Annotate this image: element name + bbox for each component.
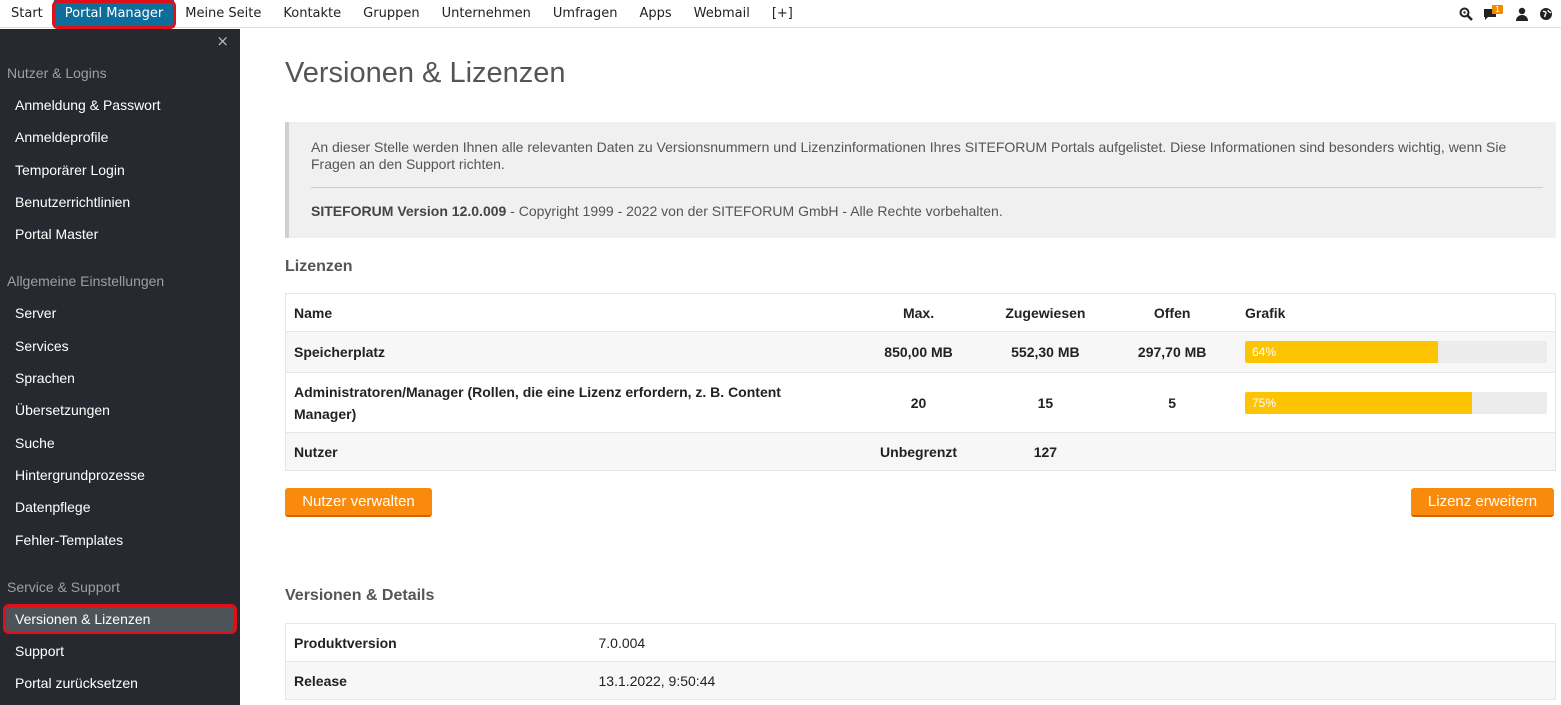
cell-max: 20 <box>853 372 984 433</box>
sidebar-item-support[interactable]: Support <box>15 643 64 659</box>
cell-value: 7.0.004 <box>590 623 1556 662</box>
table-header-row: Name Max. Zugewiesen Offen Grafik <box>285 293 1556 332</box>
nav-meine-seite[interactable]: Meine Seite <box>174 0 272 28</box>
cell-name: Administratoren/Manager (Rollen, die ein… <box>285 372 854 433</box>
cell-key: Release <box>285 661 591 700</box>
info-box: An dieser Stelle werden Ihnen alle relev… <box>285 122 1556 238</box>
top-nav: Start Portal Manager Meine Seite Kontakt… <box>0 0 804 29</box>
version-line: SITEFORUM Version 12.0.009 - Copyright 1… <box>311 203 1003 219</box>
version-number: SITEFORUM Version 12.0.009 <box>311 203 507 219</box>
col-open: Offen <box>1107 293 1237 332</box>
close-icon[interactable]: × <box>216 32 229 50</box>
sidebar-item-temporaerer-login[interactable]: Temporärer Login <box>15 162 125 178</box>
usage-bar-fill <box>1245 391 1472 414</box>
manage-users-button[interactable]: Nutzer verwalten <box>285 488 432 517</box>
sidebar-item-suche[interactable]: Suche <box>15 435 55 451</box>
col-name: Name <box>285 293 854 332</box>
nav-umfragen[interactable]: Umfragen <box>542 0 629 28</box>
cell-max: Unbegrenzt <box>853 432 984 471</box>
sidebar-section-nutzer-logins: Nutzer & Logins <box>7 65 107 81</box>
cell-chart: 64% <box>1237 331 1556 373</box>
notification-badge: 1 <box>1492 5 1504 14</box>
nav-webmail[interactable]: Webmail <box>683 0 761 28</box>
table-row: Administratoren/Manager (Rollen, die ein… <box>285 372 1556 433</box>
cell-max: 850,00 MB <box>853 331 984 373</box>
nav-kontakte[interactable]: Kontakte <box>272 0 352 28</box>
sidebar-section-service-support: Service & Support <box>7 579 120 595</box>
nav-unternehmen[interactable]: Unternehmen <box>431 0 542 28</box>
licenses-heading: Lizenzen <box>285 258 353 275</box>
nav-start[interactable]: Start <box>0 0 54 28</box>
sidebar-item-anmeldeprofile[interactable]: Anmeldeprofile <box>15 129 108 145</box>
usage-bar: 75% <box>1245 391 1547 414</box>
search-icon[interactable] <box>1459 7 1473 21</box>
table-row: Produktversion 7.0.004 <box>285 623 1556 662</box>
table-row: Release 13.1.2022, 9:50:44 <box>285 661 1556 700</box>
sidebar-item-uebersetzungen[interactable]: Übersetzungen <box>15 402 110 418</box>
nav-gruppen[interactable]: Gruppen <box>352 0 430 28</box>
sidebar-item-hintergrundprozesse[interactable]: Hintergrundprozesse <box>15 467 145 483</box>
extend-license-button[interactable]: Lizenz erweitern <box>1411 488 1554 517</box>
nav-apps[interactable]: Apps <box>628 0 682 28</box>
col-chart: Grafik <box>1237 293 1556 332</box>
col-max: Max. <box>853 293 984 332</box>
sidebar-section-allgemeine-einstellungen: Allgemeine Einstellungen <box>7 273 165 289</box>
details-table: Produktversion 7.0.004 Release 13.1.2022… <box>285 623 1556 700</box>
chat-icon[interactable]: 1 <box>1483 5 1505 21</box>
sidebar-item-datenpflege[interactable]: Datenpflege <box>15 499 91 515</box>
sidebar-item-portal-zuruecksetzen[interactable]: Portal zurücksetzen <box>15 675 138 691</box>
usage-bar-label: 75% <box>1252 395 1277 410</box>
table-row: Nutzer Unbegrenzt 127 <box>285 432 1556 471</box>
info-divider <box>311 187 1543 188</box>
cell-chart <box>1237 432 1556 471</box>
cell-assigned: 552,30 MB <box>983 331 1108 373</box>
details-heading: Versionen & Details <box>285 587 435 604</box>
usage-bar-label: 64% <box>1252 345 1277 359</box>
copyright-text: - Copyright 1999 - 2022 von der SITEFORU… <box>506 203 1003 219</box>
cell-value: 13.1.2022, 9:50:44 <box>590 661 1556 700</box>
cell-assigned: 127 <box>983 432 1108 471</box>
sidebar-item-server[interactable]: Server <box>15 305 56 321</box>
info-text: An dieser Stelle werden Ihnen alle relev… <box>311 139 1507 172</box>
cell-open: 297,70 MB <box>1107 331 1237 373</box>
nav-more[interactable]: [+] <box>761 0 804 28</box>
cell-name: Speicherplatz <box>285 331 854 373</box>
sidebar-item-fehler-templates[interactable]: Fehler-Templates <box>15 532 123 548</box>
top-navigation-bar: Start Portal Manager Meine Seite Kontakt… <box>0 0 1561 29</box>
col-assigned: Zugewiesen <box>983 293 1108 332</box>
sidebar-item-services[interactable]: Services <box>15 338 69 354</box>
cell-open: 5 <box>1107 372 1237 433</box>
sidebar-item-sprachen[interactable]: Sprachen <box>15 370 75 386</box>
cell-key: Produktversion <box>285 623 591 662</box>
cell-chart: 75% <box>1237 372 1556 433</box>
user-icon[interactable] <box>1515 7 1529 21</box>
sidebar: × Nutzer & Logins Anmeldung & Passwort A… <box>0 29 240 705</box>
sidebar-item-benutzerrichtlinien[interactable]: Benutzerrichtlinien <box>15 194 130 210</box>
cell-open <box>1107 432 1237 471</box>
sidebar-item-portal-master[interactable]: Portal Master <box>15 226 98 242</box>
sidebar-item-anmeldung-passwort[interactable]: Anmeldung & Passwort <box>15 97 161 113</box>
cell-assigned: 15 <box>983 372 1108 433</box>
usage-bar: 64% <box>1245 341 1547 363</box>
page-title: Versionen & Lizenzen <box>285 57 566 89</box>
top-icons: 1 <box>1459 0 1553 28</box>
licenses-table: Name Max. Zugewiesen Offen Grafik Speich… <box>285 293 1556 471</box>
nav-portal-manager[interactable]: Portal Manager <box>51 0 177 29</box>
cell-name: Nutzer <box>285 432 854 471</box>
globe-icon[interactable] <box>1539 7 1553 21</box>
table-row: Speicherplatz 850,00 MB 552,30 MB 297,70… <box>285 331 1556 373</box>
sidebar-item-versionen-lizenzen[interactable]: Versionen & Lizenzen <box>15 611 150 627</box>
